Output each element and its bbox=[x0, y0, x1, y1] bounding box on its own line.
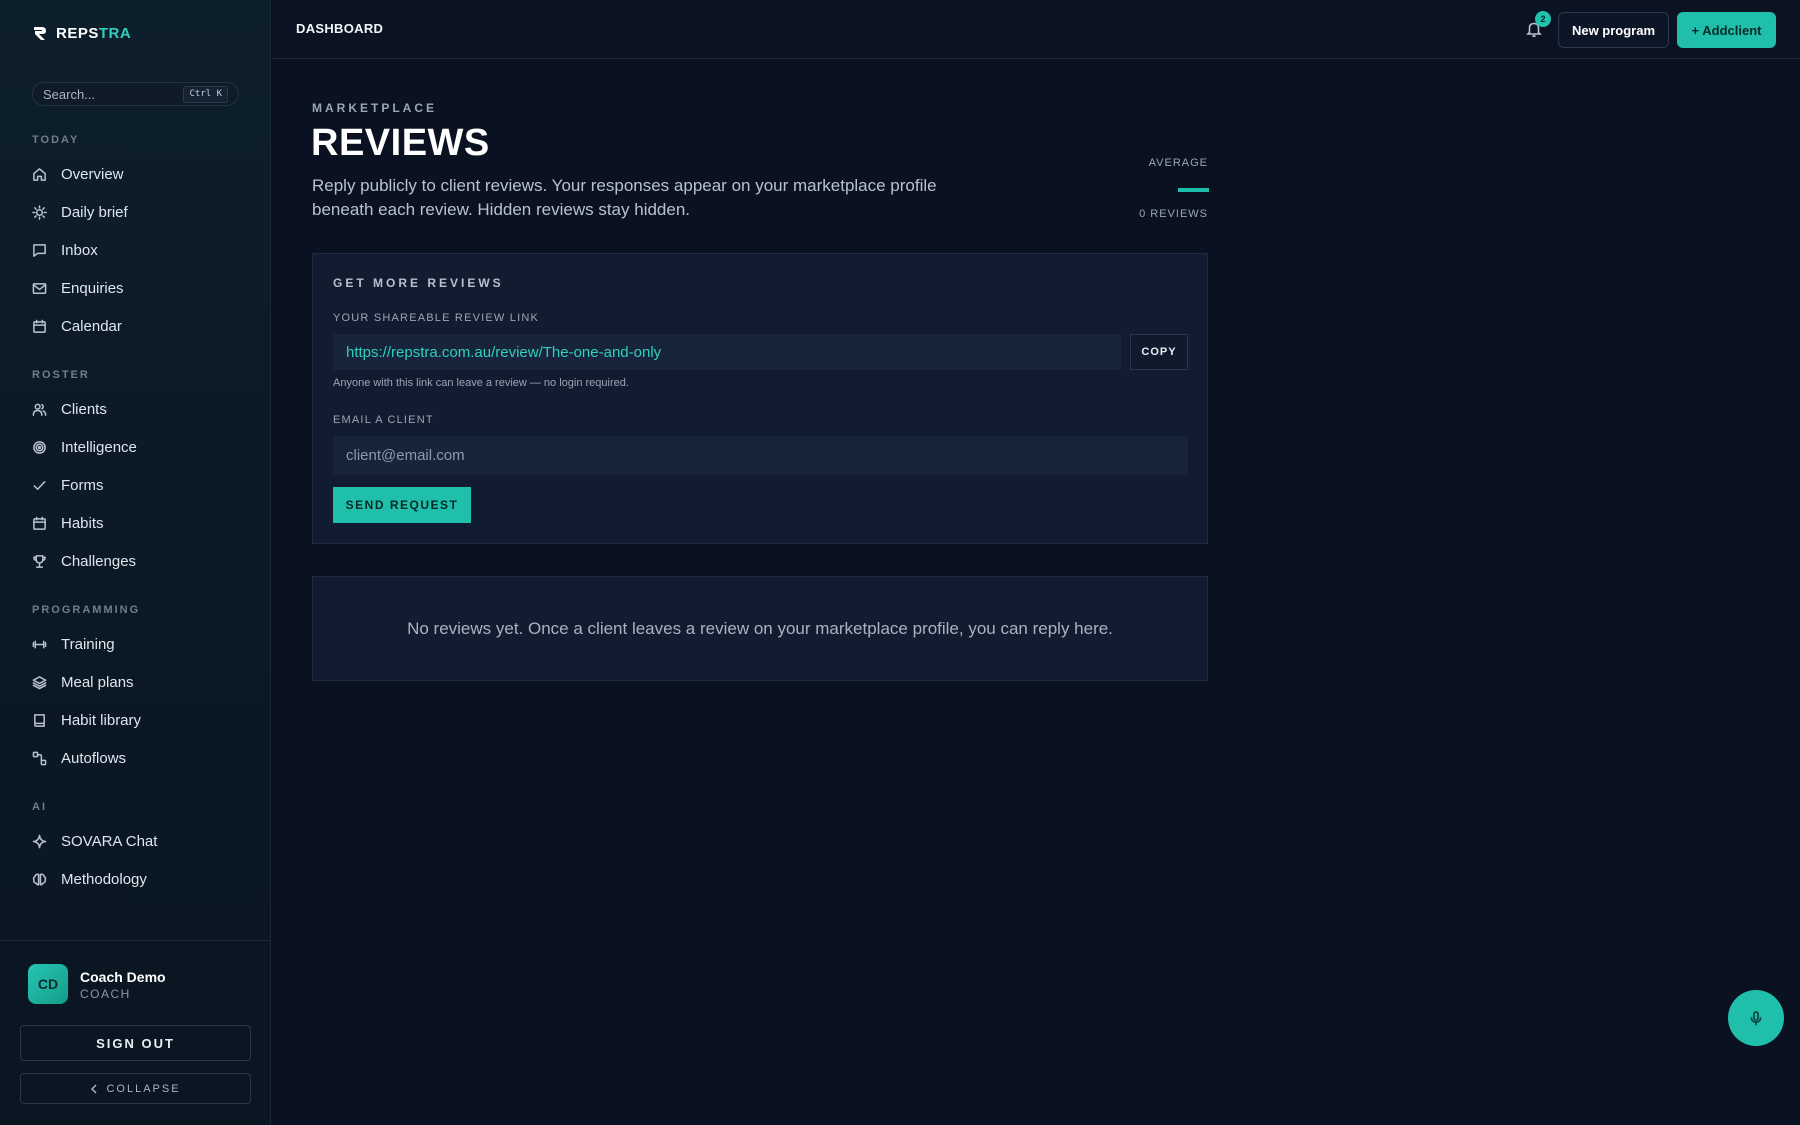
sidebar-item-label: Intelligence bbox=[61, 438, 137, 456]
sidebar-item-label: SOVARA Chat bbox=[61, 832, 158, 850]
section-label-programming: PROGRAMMING bbox=[32, 604, 141, 616]
calendar-icon bbox=[33, 319, 46, 333]
user-role: COACH bbox=[80, 987, 131, 1001]
collapse-button[interactable]: COLLAPSE bbox=[20, 1073, 251, 1104]
microphone-icon bbox=[1750, 1011, 1762, 1026]
sidebar-item-label: Autoflows bbox=[61, 749, 127, 767]
send-request-button[interactable]: SEND REQUEST bbox=[333, 487, 471, 523]
brand-name-accent: TRA bbox=[98, 24, 132, 42]
sidebar-item-label: Habits bbox=[61, 514, 104, 532]
chevron-left-icon bbox=[91, 1083, 97, 1094]
sidebar-footer-divider bbox=[0, 940, 271, 941]
sidebar-item-calendar[interactable]: Calendar bbox=[32, 314, 247, 338]
sidebar-item-training[interactable]: Training bbox=[32, 632, 247, 656]
sidebar-item-forms[interactable]: Forms bbox=[32, 473, 247, 497]
sidebar-item-label: Habit library bbox=[61, 711, 142, 729]
section-label-today: TODAY bbox=[32, 134, 80, 146]
sidebar-item-clients[interactable]: Clients bbox=[32, 397, 247, 421]
target-icon bbox=[33, 440, 46, 454]
sidebar-item-methodology[interactable]: Methodology bbox=[32, 867, 247, 891]
page-title: REVIEWS bbox=[311, 122, 490, 164]
review-link-label: YOUR SHAREABLE REVIEW LINK bbox=[333, 312, 540, 324]
check-icon bbox=[33, 480, 46, 490]
topbar: DASHBOARD 2 New program + Addclient bbox=[272, 0, 1800, 59]
sidebar-item-meal-plans[interactable]: Meal plans bbox=[32, 670, 247, 694]
users-icon bbox=[32, 403, 47, 416]
search-input[interactable] bbox=[43, 86, 178, 102]
sidebar-item-inbox[interactable]: Inbox bbox=[32, 238, 247, 262]
email-field[interactable] bbox=[333, 436, 1188, 475]
sidebar-item-overview[interactable]: Overview bbox=[32, 162, 247, 186]
sidebar-item-intelligence[interactable]: Intelligence bbox=[32, 435, 247, 459]
sidebar-item-sovara-chat[interactable]: SOVARA Chat bbox=[32, 829, 247, 853]
review-link-field[interactable] bbox=[333, 334, 1121, 370]
home-icon bbox=[33, 167, 46, 181]
sidebar-item-label: Meal plans bbox=[61, 673, 134, 691]
sign-out-button[interactable]: SIGN OUT bbox=[20, 1025, 251, 1061]
average-label: AVERAGE bbox=[1148, 157, 1208, 169]
sidebar-item-enquiries[interactable]: Enquiries bbox=[32, 276, 247, 300]
empty-state-text: No reviews yet. Once a client leaves a r… bbox=[407, 618, 1113, 638]
sidebar-item-label: Overview bbox=[61, 165, 124, 183]
trophy-icon bbox=[33, 554, 46, 568]
notification-badge: 2 bbox=[1535, 11, 1551, 27]
section-label-roster: ROSTER bbox=[32, 369, 90, 381]
new-program-button[interactable]: New program bbox=[1558, 12, 1669, 48]
sidebar-item-label: Methodology bbox=[61, 870, 147, 888]
review-link-hint: Anyone with this link can leave a review… bbox=[333, 377, 629, 389]
get-more-reviews-card: GET MORE REVIEWS YOUR SHAREABLE REVIEW L… bbox=[312, 253, 1208, 544]
sidebar-item-label: Enquiries bbox=[61, 279, 124, 297]
page-description: Reply publicly to client reviews. Your r… bbox=[312, 176, 937, 219]
search-box[interactable]: Ctrl K bbox=[32, 82, 239, 106]
sidebar-item-label: Clients bbox=[61, 400, 107, 418]
sidebar-item-daily-brief[interactable]: Daily brief bbox=[32, 200, 247, 224]
sidebar-item-habits[interactable]: Habits bbox=[32, 511, 247, 535]
calendar-icon bbox=[33, 516, 46, 530]
average-rating-bar bbox=[1178, 188, 1209, 192]
flow-icon bbox=[32, 751, 47, 765]
reviews-empty-state: No reviews yet. Once a client leaves a r… bbox=[312, 576, 1208, 681]
add-client-button[interactable]: + Addclient bbox=[1677, 12, 1776, 48]
book-icon bbox=[34, 713, 45, 727]
mail-icon bbox=[32, 282, 47, 294]
brand-name: REPS bbox=[56, 24, 99, 42]
card-title: GET MORE REVIEWS bbox=[333, 276, 504, 290]
sidebar-item-autoflows[interactable]: Autoflows bbox=[32, 746, 247, 770]
copy-button[interactable]: COPY bbox=[1130, 334, 1188, 370]
sidebar-item-label: Forms bbox=[61, 476, 104, 494]
dumbbell-icon bbox=[32, 639, 47, 649]
avatar[interactable]: CD bbox=[28, 964, 68, 1004]
sidebar-item-label: Inbox bbox=[61, 241, 98, 259]
sun-icon bbox=[32, 204, 47, 220]
section-label-ai: AI bbox=[32, 801, 47, 813]
user-name: Coach Demo bbox=[80, 969, 166, 985]
search-shortcut: Ctrl K bbox=[183, 86, 228, 103]
sidebar-item-label: Training bbox=[61, 635, 115, 653]
sidebar: REPSTRA Ctrl K TODAY Overview Daily brie… bbox=[0, 0, 271, 1125]
sparkle-icon bbox=[32, 834, 47, 848]
layers-icon bbox=[32, 675, 47, 689]
sidebar-item-challenges[interactable]: Challenges bbox=[32, 549, 247, 573]
brand-logo[interactable]: REPSTRA bbox=[32, 22, 131, 44]
voice-assistant-button[interactable] bbox=[1728, 990, 1784, 1046]
page-breadcrumb[interactable]: DASHBOARD bbox=[296, 21, 383, 36]
sidebar-item-habit-library[interactable]: Habit library bbox=[32, 708, 247, 732]
email-client-label: EMAIL A CLIENT bbox=[333, 414, 434, 426]
brain-icon bbox=[32, 873, 47, 885]
sidebar-item-label: Calendar bbox=[61, 317, 122, 335]
repstra-logo-icon bbox=[34, 27, 46, 40]
sidebar-item-label: Challenges bbox=[61, 552, 137, 570]
review-count: 0 REVIEWS bbox=[1139, 208, 1208, 220]
collapse-label: COLLAPSE bbox=[106, 1082, 181, 1095]
page-eyebrow: MARKETPLACE bbox=[312, 101, 437, 115]
chat-icon bbox=[33, 243, 46, 257]
sidebar-item-label: Daily brief bbox=[61, 203, 128, 221]
